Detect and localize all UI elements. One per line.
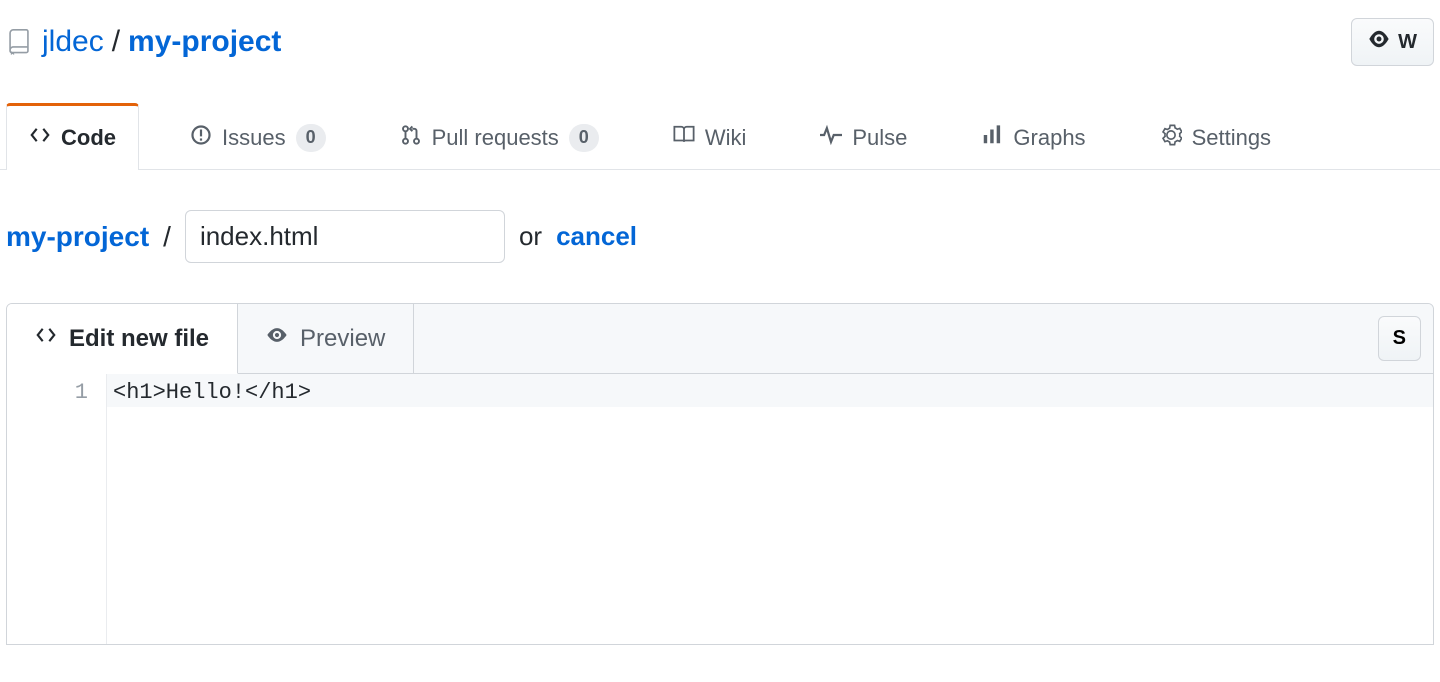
repo-header: jldec / my-project W <box>0 0 1440 66</box>
line-number-gutter: 1 <box>7 374 107 644</box>
tab-issues[interactable]: Issues 0 <box>167 103 349 170</box>
editor-tabs: Edit new file Preview S <box>7 304 1433 374</box>
editor-tab-preview-label: Preview <box>300 325 385 353</box>
pulse-icon <box>820 124 842 152</box>
repo-breadcrumb: jldec / my-project <box>6 25 281 59</box>
eye-icon <box>266 324 288 353</box>
path-separator: / <box>163 221 171 253</box>
issues-count: 0 <box>296 124 326 151</box>
or-text: or <box>519 221 542 252</box>
editor-tab-preview[interactable]: Preview <box>238 304 414 373</box>
graph-icon <box>981 124 1003 152</box>
cancel-link[interactable]: cancel <box>556 221 637 252</box>
repo-link[interactable]: my-project <box>128 25 281 59</box>
editor-tab-edit-label: Edit new file <box>69 325 209 353</box>
code-line[interactable]: <h1>Hello!</h1> <box>107 374 1433 407</box>
tab-pulse-label: Pulse <box>852 125 907 151</box>
tab-wiki[interactable]: Wiki <box>650 103 770 170</box>
owner-link[interactable]: jldec <box>42 25 104 59</box>
book-icon <box>673 124 695 152</box>
tab-settings-label: Settings <box>1192 125 1272 151</box>
pulls-count: 0 <box>569 124 599 151</box>
eye-icon <box>1368 28 1390 56</box>
tab-issues-label: Issues <box>222 125 286 151</box>
issue-icon <box>190 124 212 152</box>
code-content[interactable]: <h1>Hello!</h1> <box>107 374 1433 644</box>
code-icon <box>29 124 51 152</box>
editor-settings-button[interactable]: S <box>1378 316 1421 361</box>
breadcrumb-separator: / <box>104 25 128 59</box>
tab-settings[interactable]: Settings <box>1137 103 1295 170</box>
repo-icon <box>6 29 32 55</box>
editor: Edit new file Preview S 1 <h1>Hello!</h1… <box>6 303 1434 645</box>
tab-graphs[interactable]: Graphs <box>958 103 1108 170</box>
watch-label: W <box>1398 31 1417 54</box>
tab-code-label: Code <box>61 125 116 151</box>
repo-nav: Code Issues 0 Pull requests 0 Wiki Pulse… <box>0 102 1440 170</box>
tab-pulls-label: Pull requests <box>432 125 559 151</box>
file-path-row: my-project / or cancel <box>0 170 1440 283</box>
watch-button[interactable]: W <box>1351 18 1434 66</box>
pull-request-icon <box>400 124 422 152</box>
line-number: 1 <box>13 380 88 405</box>
code-editor[interactable]: 1 <h1>Hello!</h1> <box>7 374 1433 644</box>
tab-wiki-label: Wiki <box>705 125 747 151</box>
tab-pulse[interactable]: Pulse <box>797 103 930 170</box>
gear-icon <box>1160 124 1182 152</box>
tab-code[interactable]: Code <box>6 103 139 170</box>
editor-tab-edit[interactable]: Edit new file <box>7 304 238 374</box>
tab-pull-requests[interactable]: Pull requests 0 <box>377 103 622 170</box>
code-icon <box>35 324 57 353</box>
filename-input[interactable] <box>185 210 505 263</box>
tab-graphs-label: Graphs <box>1013 125 1085 151</box>
file-path-root-link[interactable]: my-project <box>6 221 149 253</box>
